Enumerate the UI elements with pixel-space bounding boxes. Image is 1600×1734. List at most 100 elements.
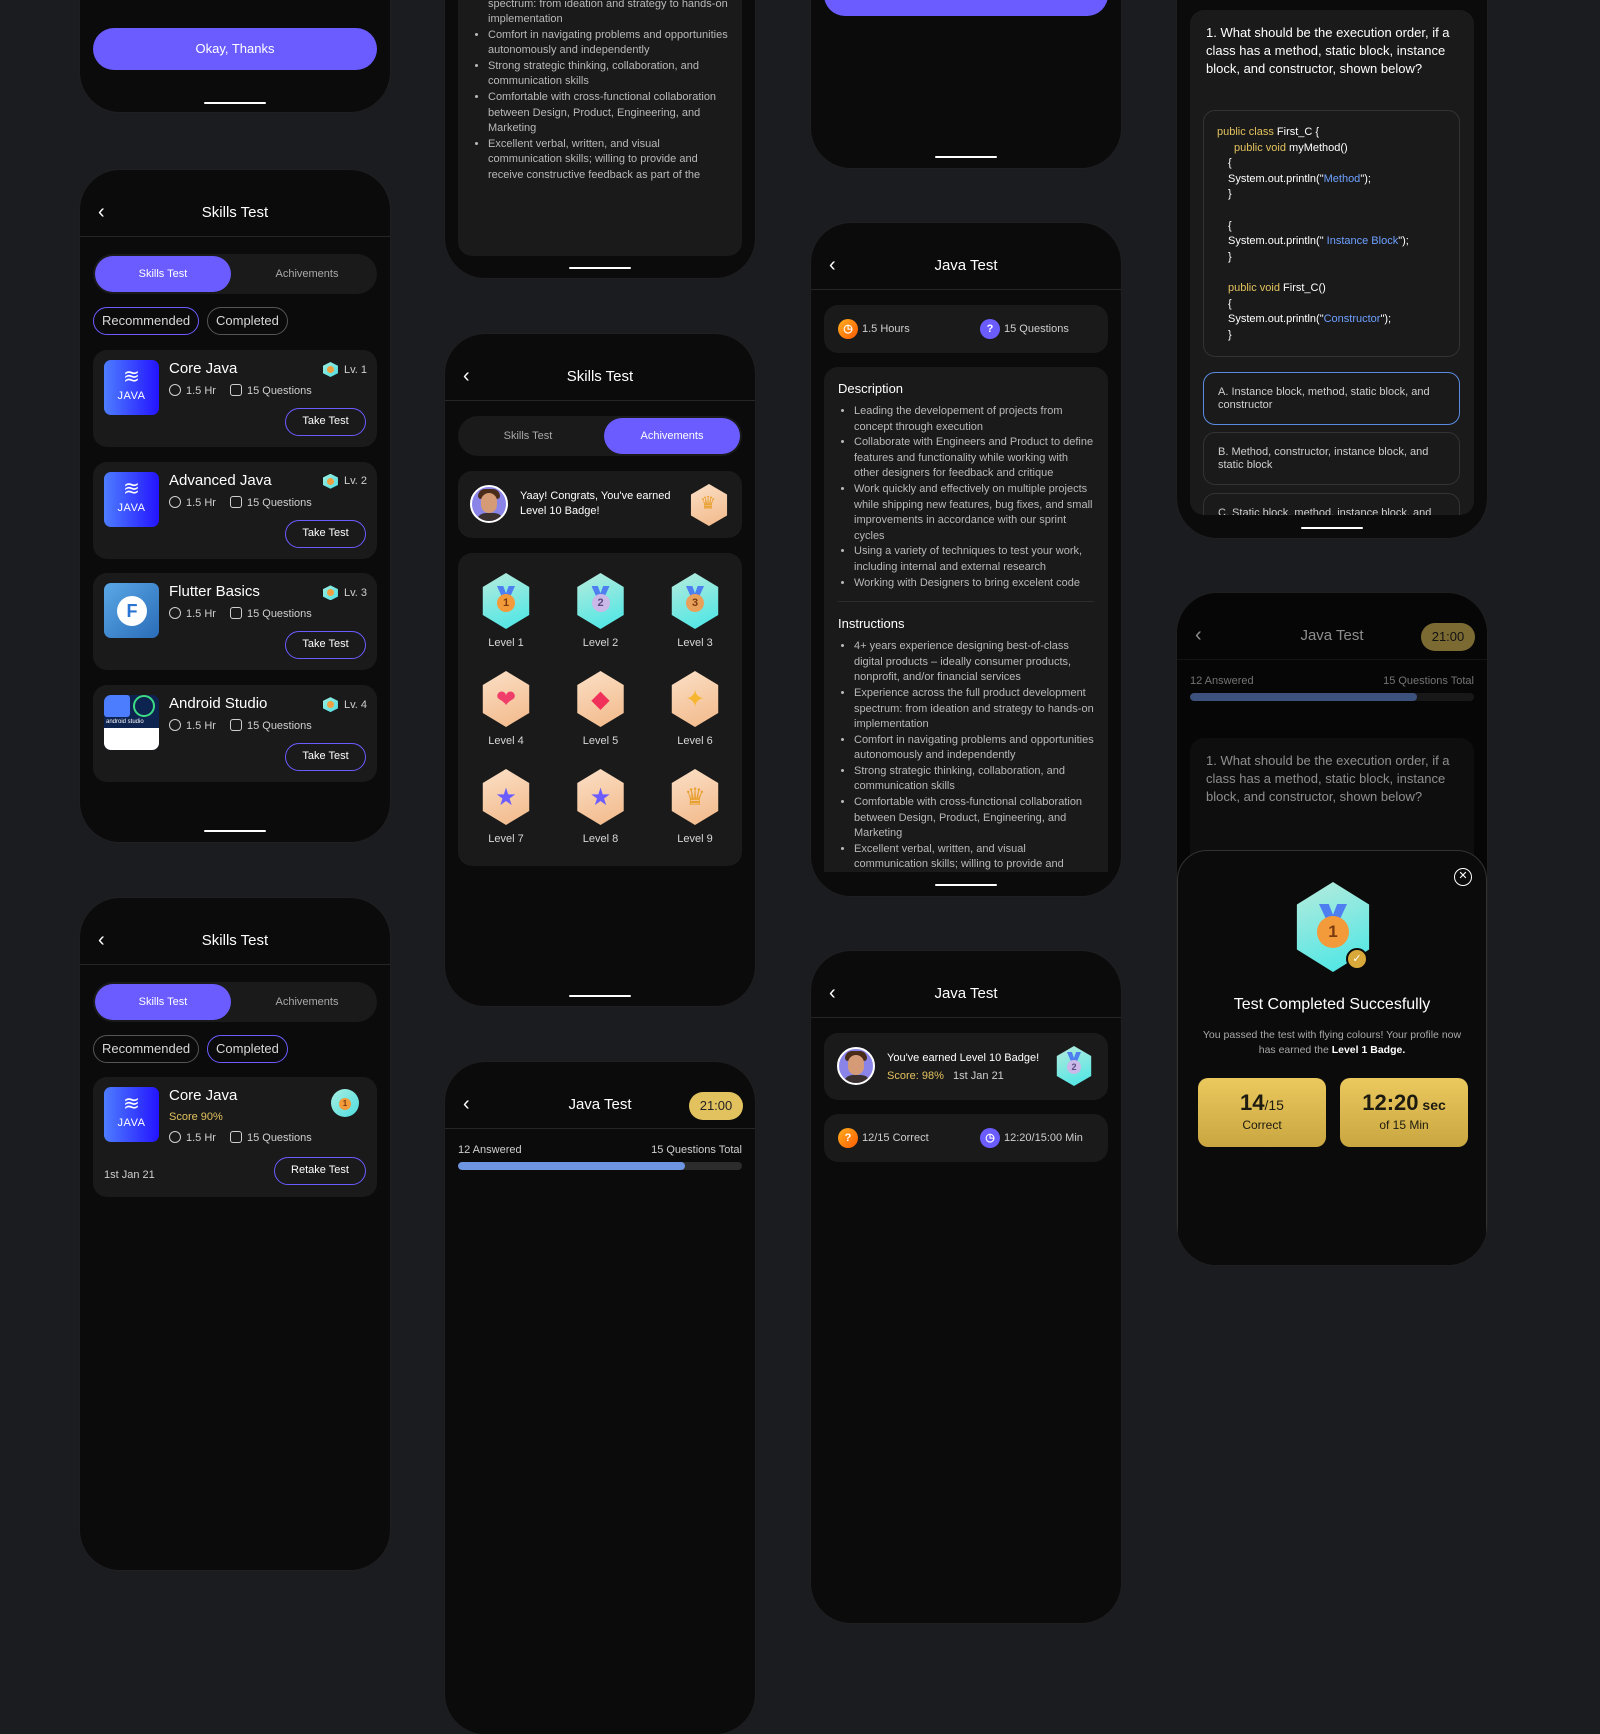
badge-label: Level 1: [488, 637, 524, 649]
filter-completed[interactable]: Completed: [207, 307, 288, 335]
page-title: Skills Test: [201, 932, 269, 949]
duration-text: 1.5 Hr: [186, 496, 216, 509]
header-divider: [445, 400, 755, 401]
completion-date: 1st Jan 21: [104, 1169, 155, 1181]
close-icon[interactable]: ✕: [1454, 868, 1472, 886]
star-medal-badge-icon[interactable]: ★: [482, 769, 530, 825]
option-c[interactable]: C. Static block, method, instance block,…: [1203, 493, 1460, 515]
earned-badge-card: You've earned Level 10 Badge! Score: 98%…: [824, 1033, 1108, 1100]
header-divider: [445, 1128, 755, 1129]
avatar: [837, 1047, 875, 1085]
medal-badge-icon[interactable]: 2: [577, 573, 624, 629]
trophy-glyph: ♛: [684, 784, 706, 811]
list-item: Collaborate with Engineers and Product t…: [854, 435, 1094, 482]
home-indicator: [204, 102, 266, 104]
duration-text: 1.5 Hr: [186, 385, 216, 397]
take-test-button[interactable]: Take Test: [285, 519, 366, 548]
trophy-badge-icon[interactable]: ♛: [671, 769, 719, 825]
logo-text: JAVA: [117, 390, 146, 402]
filter-recommended[interactable]: Recommended: [93, 1035, 200, 1063]
test-meta: 1.5 Hr 15 Questions: [169, 719, 312, 732]
header-divider: [80, 236, 390, 237]
tab-skills-test[interactable]: Skills Test: [460, 418, 596, 454]
heart-glyph: ❤: [495, 686, 517, 713]
primary-button[interactable]: [824, 0, 1108, 16]
test-info-card: ◷ 1.5 Hours ? 15 Questions: [824, 305, 1108, 353]
level-badge: Lv. 4: [322, 697, 367, 713]
take-test-button[interactable]: Take Test: [285, 408, 366, 436]
take-test-button[interactable]: Take Test: [285, 631, 366, 660]
page-title: Skills Test: [566, 368, 634, 385]
tab-bar: Skills Test Achivements: [93, 982, 377, 1022]
steam-icon: ≋: [123, 477, 140, 500]
tab-skills-test[interactable]: Skills Test: [95, 984, 231, 1020]
sparkle-badge-icon[interactable]: ✦: [671, 671, 719, 727]
home-indicator: [1301, 527, 1363, 529]
clock-icon: [169, 1131, 181, 1143]
level-badge: Lv. 1: [322, 362, 367, 377]
test-name: Core Java: [169, 1087, 238, 1104]
description-content: DescriptionLeading the developement of p…: [458, 0, 742, 184]
duration: 1.5 Hr: [169, 607, 216, 620]
clock-icon: ◷: [838, 319, 858, 339]
description-card: Description Leading the developement of p…: [824, 367, 1108, 872]
clock-icon: [169, 719, 181, 732]
retake-test-button[interactable]: Retake Test: [274, 1157, 366, 1185]
filter-recommended[interactable]: Recommended: [93, 307, 200, 335]
duration: 1.5 Hr: [169, 719, 216, 732]
total-count: 15 Questions Total: [651, 1144, 742, 1156]
success-dialog-screen: Okay, Thanks: [80, 0, 390, 112]
header-divider: [811, 1017, 1121, 1018]
medal-badge-icon[interactable]: 3: [671, 573, 719, 629]
option-a[interactable]: A. Instance block, method, static block,…: [1203, 372, 1460, 425]
trophy-badge-icon: ♛: [690, 484, 728, 526]
list-item: Strong strategic thinking, collaboration…: [854, 764, 1094, 795]
tab-skills-test[interactable]: Skills Test: [95, 256, 231, 292]
list-item: Leading the developement of projects fro…: [854, 404, 1094, 435]
level-text: Lv. 1: [343, 363, 367, 376]
tab-achievements[interactable]: Achivements: [239, 256, 375, 292]
test-name: Advanced Java: [169, 471, 272, 489]
badge-label: Level 8: [582, 833, 619, 845]
level-text: Lv. 2: [343, 475, 367, 488]
list-item: Work quickly and effectively on multiple…: [854, 482, 1094, 544]
star-medal-glyph: ★: [495, 784, 517, 811]
clock-icon: [169, 495, 181, 508]
correct-stat: 14/15 Correct: [1198, 1078, 1326, 1147]
okay-thanks-button[interactable]: Okay, Thanks: [93, 28, 377, 70]
badge-label: Level 6: [677, 735, 713, 747]
level-badge: Lv. 2: [322, 473, 367, 489]
star-medal-badge-icon[interactable]: ★: [577, 769, 624, 825]
java-logo: ≋ JAVA: [104, 360, 159, 415]
heart-badge-icon[interactable]: ❤: [482, 671, 530, 727]
level-2-badge-icon: 2: [1056, 1046, 1092, 1086]
sparkle-glyph: ✦: [684, 686, 706, 713]
filter-completed[interactable]: Completed: [207, 1035, 288, 1063]
question-text: 15 Questions: [246, 720, 312, 733]
take-test-button[interactable]: Take Test: [285, 743, 366, 772]
tab-achievements[interactable]: Achivements: [604, 418, 740, 454]
option-b[interactable]: B. Method, constructor, instance block, …: [1203, 432, 1460, 485]
home-indicator: [204, 830, 266, 832]
correct-count: 12/15 Correct: [862, 1131, 929, 1144]
medal-icon: [322, 362, 338, 377]
date: 1st Jan 21: [953, 1070, 1004, 1082]
list-item: Experience across the full product devel…: [488, 0, 728, 28]
diamond-badge-icon[interactable]: ◆: [577, 671, 624, 727]
question-icon: ?: [838, 1128, 858, 1148]
home-indicator: [935, 884, 997, 886]
level-badge: Lv. 3: [322, 585, 367, 601]
test-meta: 1.5 Hr 15 Questions: [169, 384, 312, 397]
clock-icon: [169, 384, 181, 396]
level-text: Lv. 4: [343, 698, 367, 711]
list-item: Comfortable with cross-functional collab…: [854, 795, 1094, 842]
earned-text: You've earned Level 10 Badge!: [887, 1052, 1040, 1064]
tab-achievements[interactable]: Achivements: [239, 984, 375, 1020]
logo-shape: [104, 728, 159, 751]
result-stats-card: ? 12/15 Correct ◷ 12:20/15:00 Min: [824, 1114, 1108, 1162]
skills-test-completed-screen: ‹ Skills Test Skills Test Achivements Re…: [80, 898, 390, 1570]
medal-badge-icon[interactable]: 1: [482, 573, 530, 629]
progress-fill: [458, 1162, 686, 1170]
header-divider: [811, 289, 1121, 290]
list-item: Strong strategic thinking, collaboration…: [488, 59, 728, 90]
